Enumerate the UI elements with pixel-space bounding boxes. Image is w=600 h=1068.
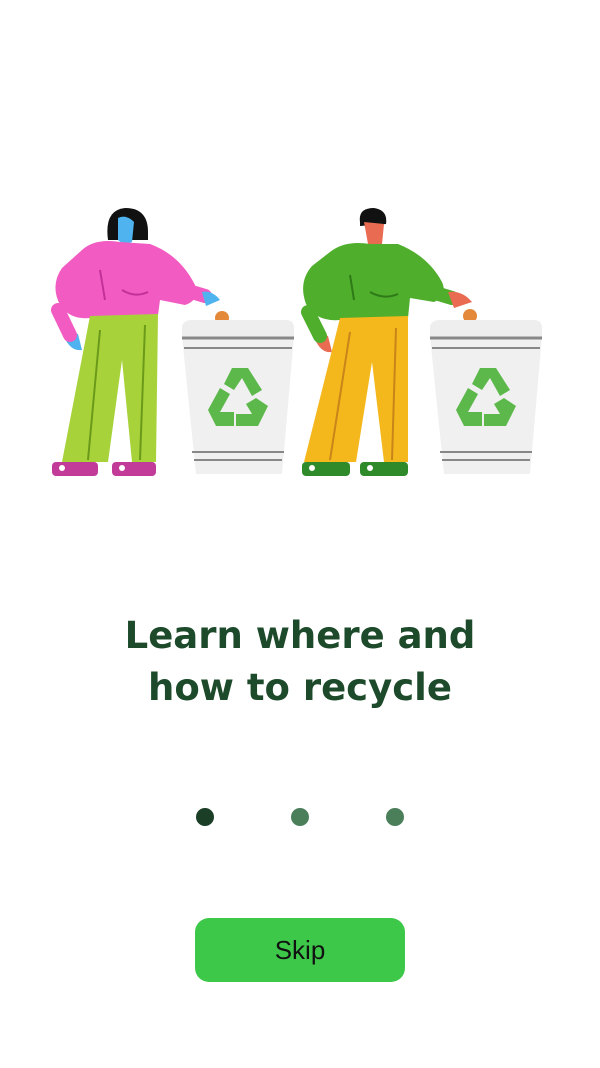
page-dot-3[interactable] <box>386 808 404 826</box>
skip-button[interactable]: Skip <box>195 918 405 982</box>
onboarding-headline: Learn where and how to recycle <box>0 610 600 714</box>
headline-line-2: how to recycle <box>148 666 452 709</box>
headline-line-1: Learn where and <box>124 614 476 657</box>
page-dot-1[interactable] <box>196 808 214 826</box>
recycling-bin-left <box>182 311 294 474</box>
recycling-illustration <box>0 195 600 495</box>
page-dot-2[interactable] <box>291 808 309 826</box>
recycling-bin-right <box>430 309 542 474</box>
page-indicator <box>0 808 600 828</box>
